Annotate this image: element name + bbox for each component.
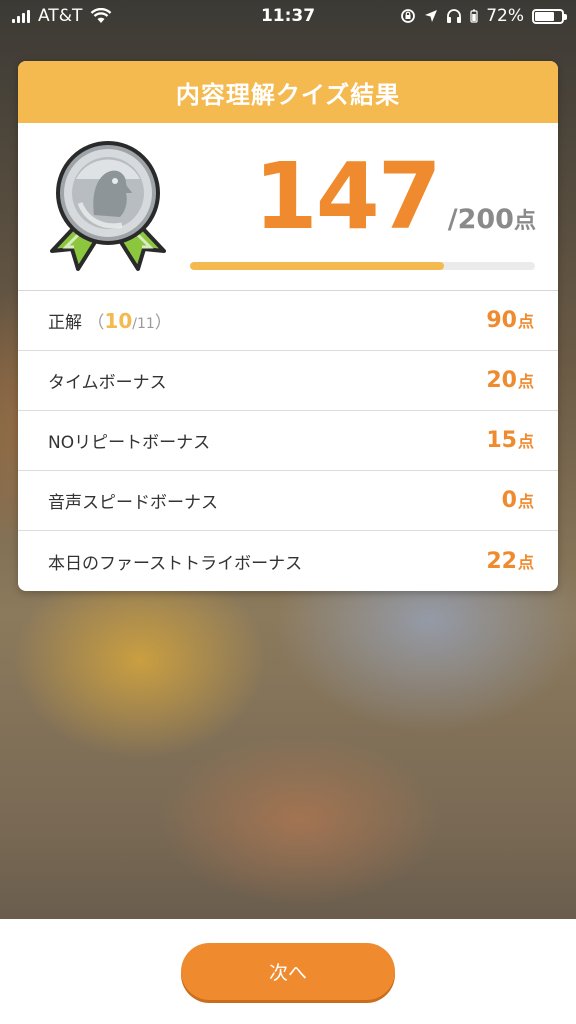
next-button[interactable]: 次へ bbox=[181, 943, 395, 1000]
carrier-label: AT&T bbox=[38, 6, 83, 26]
battery-small-icon bbox=[470, 9, 478, 23]
list-item-time-bonus: タイムボーナス 20 点 bbox=[18, 351, 558, 411]
row-points: 20 bbox=[486, 368, 517, 393]
row-label-voice-speed-bonus: 音声スピードボーナス bbox=[48, 493, 218, 513]
row-unit: 点 bbox=[517, 432, 534, 451]
row-label-correct: 正解 （10/11） bbox=[48, 308, 172, 333]
footer-bar: 次へ bbox=[0, 919, 576, 1024]
list-item-correct: 正解 （10/11） 90 点 bbox=[18, 291, 558, 351]
correct-count: 10 bbox=[104, 309, 133, 333]
location-icon bbox=[425, 10, 438, 22]
headphones-icon bbox=[447, 9, 462, 23]
row-label-first-try-bonus: 本日のファーストトライボーナス bbox=[48, 553, 303, 574]
signal-icon bbox=[12, 9, 30, 23]
row-value-time-bonus: 20 点 bbox=[486, 368, 534, 393]
row-unit: 点 bbox=[517, 312, 534, 331]
quiz-result-card: 内容理解クイズ結果 147 /200 点 正解 （10/11） 90 点 タイム… bbox=[18, 61, 558, 591]
battery-icon bbox=[532, 8, 567, 24]
row-value-first-try-bonus: 22 点 bbox=[486, 549, 534, 574]
row-value-no-repeat-bonus: 15 点 bbox=[486, 428, 534, 453]
score-display: 147 /200 点 bbox=[254, 151, 536, 243]
battery-level bbox=[535, 11, 554, 21]
row-points: 90 bbox=[486, 308, 517, 333]
row-unit: 点 bbox=[517, 492, 534, 511]
paren-open: （ bbox=[87, 313, 105, 333]
row-label-no-repeat-bonus: NOリピートボーナス bbox=[48, 433, 211, 453]
list-item-voice-speed-bonus: 音声スピードボーナス 0点 bbox=[18, 471, 558, 531]
paren-close: ） bbox=[154, 313, 172, 333]
silver-medal-icon bbox=[50, 141, 166, 271]
correct-label: 正解 bbox=[48, 313, 82, 333]
row-points: 22 bbox=[486, 548, 517, 574]
row-value-correct: 90 点 bbox=[486, 308, 534, 333]
score-progress-bar bbox=[190, 262, 535, 270]
battery-percent: 72% bbox=[486, 6, 524, 26]
score-total: /200 bbox=[447, 204, 514, 235]
row-label-time-bonus: タイムボーナス bbox=[48, 373, 167, 393]
score-progress-fill bbox=[190, 262, 444, 270]
row-value-voice-speed-bonus: 0点 bbox=[502, 488, 534, 513]
score-value: 147 bbox=[253, 143, 442, 250]
status-right: 72% bbox=[400, 6, 567, 26]
row-unit: 点 bbox=[517, 372, 534, 391]
list-item-first-try-bonus: 本日のファーストトライボーナス 22 点 bbox=[18, 531, 558, 591]
row-points: 15 bbox=[486, 428, 517, 453]
score-section: 147 /200 点 bbox=[18, 123, 558, 291]
score-unit: 点 bbox=[513, 209, 536, 234]
row-unit: 点 bbox=[517, 552, 534, 572]
list-item-no-repeat-bonus: NOリピートボーナス 15 点 bbox=[18, 411, 558, 471]
status-bar: AT&T 11:37 72% bbox=[0, 0, 576, 32]
row-points: 0 bbox=[501, 488, 517, 513]
card-title: 内容理解クイズ結果 bbox=[18, 61, 558, 123]
status-left: AT&T bbox=[12, 6, 112, 26]
score-breakdown-list: 正解 （10/11） 90 点 タイムボーナス 20 点 NOリピートボーナス 15… bbox=[18, 291, 558, 591]
orientation-lock-icon bbox=[401, 9, 416, 23]
question-total: /11 bbox=[132, 316, 155, 332]
wifi-icon bbox=[90, 8, 112, 23]
